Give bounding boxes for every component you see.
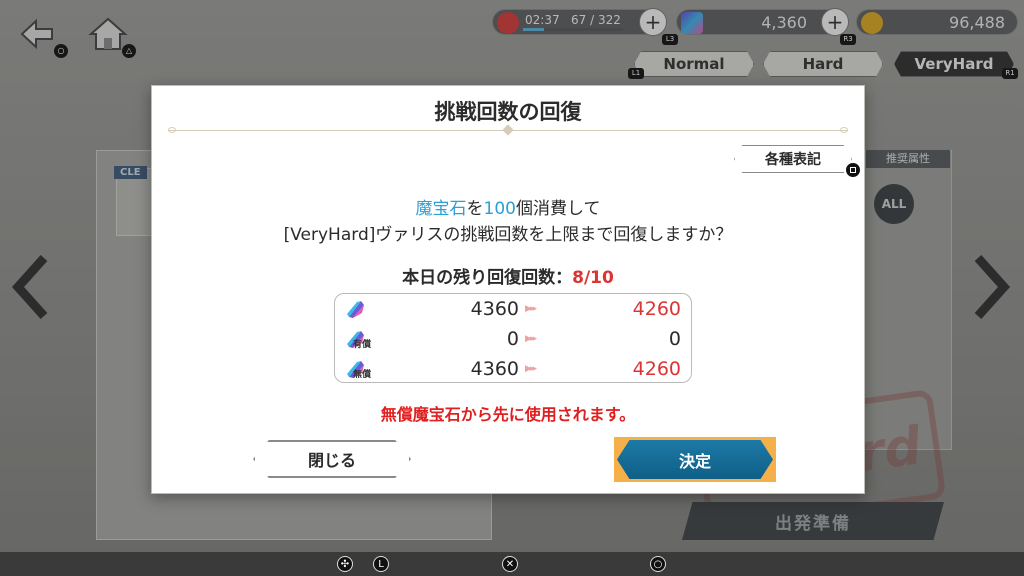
message-line-2: [VeryHard]ヴァリスの挑戦回数を上限まで回復しますか？	[283, 225, 733, 245]
dialog-title: 挑戦回数の回復	[434, 100, 582, 124]
message-text: を	[466, 199, 484, 219]
gem-cost: 100	[483, 199, 516, 219]
divider-ornament	[168, 127, 176, 133]
remaining-count: 8/10	[572, 268, 614, 288]
gem-word: 魔宝石	[415, 199, 467, 219]
confirm-button[interactable]: 決定	[617, 440, 773, 479]
gem-after: 0	[668, 328, 681, 350]
gem-row-paid: 有償 0 ▶▸▸ 0	[335, 324, 691, 354]
divider-diamond	[502, 124, 514, 136]
title-divider	[168, 124, 848, 136]
gem-row-free: 無償 4360 ▶▸▸ 4260	[335, 354, 691, 384]
dpad-icon: ✣	[337, 556, 353, 572]
gem-after: 4260	[632, 298, 681, 320]
gem-before: 0	[506, 328, 519, 350]
message-line-1: 魔宝石を100個消費して	[152, 194, 864, 219]
message-text: 個消費して	[515, 199, 601, 219]
gem-before: 4360	[470, 298, 519, 320]
arrow-icon: ▶▸▸	[525, 364, 537, 374]
recovery-dialog: 挑戦回数の回復 各種表記 魔宝石を100個消費して [VeryHard]ヴァリス…	[151, 85, 865, 494]
gem-icon	[347, 301, 364, 318]
paid-label: 有償	[353, 340, 372, 350]
arrow-icon: ▶▸▸	[525, 304, 537, 314]
remaining-label: 本日の残り回復回数：	[402, 268, 573, 288]
confirm-button-frame[interactable]: 決定	[614, 437, 776, 482]
gem-before: 4360	[470, 358, 519, 380]
left-stick-icon: L	[373, 556, 389, 572]
controller-hint-bar: ✣ L ✕ ○	[0, 552, 1024, 576]
arrow-icon: ▶▸▸	[525, 334, 537, 344]
cross-button-icon: ✕	[502, 556, 518, 572]
divider-ornament	[840, 127, 848, 133]
close-button[interactable]: 閉じる	[253, 440, 411, 478]
notation-button[interactable]: 各種表記	[734, 145, 852, 173]
free-label: 無償	[353, 370, 372, 380]
circle-button-icon: ○	[650, 556, 666, 572]
remaining-recoveries: 本日の残り回復回数：8/10	[152, 263, 864, 288]
gem-balance-table: 4360 ▶▸▸ 4260 有償 0 ▶▸▸ 0 無償 4360 ▶▸▸ 426…	[334, 293, 692, 383]
free-gem-warning: 無償魔宝石から先に使用されます。	[380, 405, 636, 424]
gem-row-total: 4360 ▶▸▸ 4260	[335, 294, 691, 324]
gem-after: 4260	[632, 358, 681, 380]
square-button-icon	[845, 162, 861, 178]
